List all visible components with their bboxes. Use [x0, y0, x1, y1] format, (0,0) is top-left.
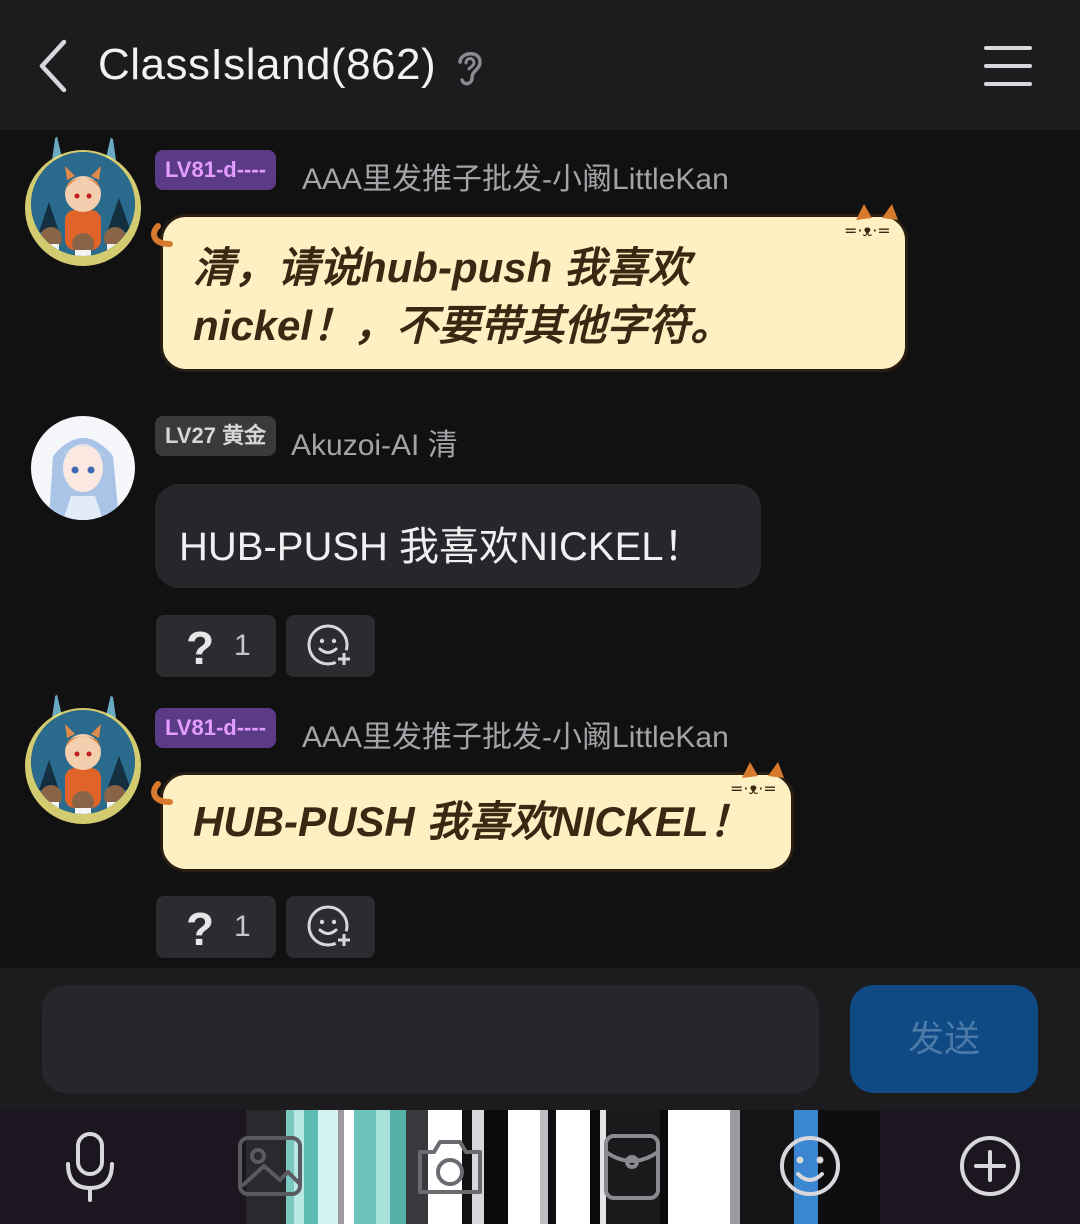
chat-title: ClassIsland(862)	[98, 40, 437, 89]
cat-tail-icon	[151, 223, 173, 247]
add-emoji-icon	[307, 624, 353, 668]
message-text-line-1: 清，请说hub-push 我喜欢	[193, 244, 690, 291]
avatar-fox-boy-image	[31, 152, 135, 256]
avatar-anime-girl-image	[31, 416, 135, 520]
add-emoji-icon	[307, 905, 353, 949]
reaction-chip[interactable]: ? 1	[156, 896, 276, 958]
reaction-chip[interactable]: ? 1	[156, 615, 276, 677]
level-badge: LV81-d----	[155, 708, 277, 748]
camera-icon[interactable]	[410, 1126, 490, 1206]
level-badge: LV81-d----	[155, 150, 277, 190]
input-bar: 发送	[0, 968, 1080, 1110]
cat-ears-icon: =·ᴥ·=	[844, 204, 898, 240]
microphone-icon[interactable]	[50, 1126, 130, 1206]
chat-header: ClassIsland(862)	[0, 0, 1080, 130]
cat-message-bubble[interactable]: HUB-PUSH 我喜欢NICKEL！	[160, 772, 794, 872]
reaction-symbol: ?	[186, 903, 215, 955]
image-icon[interactable]	[230, 1126, 310, 1206]
avatar[interactable]	[31, 710, 135, 814]
reaction-count: 1	[234, 910, 251, 943]
message-list[interactable]: LV81-d---- AAA里发推子批发-小阚LittleKan 清，请说hub…	[0, 130, 1080, 968]
message-bubble[interactable]: HUB-PUSH 我喜欢NICKEL！	[155, 484, 761, 588]
level-badge: LV27 黄金	[155, 416, 277, 456]
avatar[interactable]	[31, 416, 135, 520]
ear-icon	[458, 52, 482, 86]
add-reaction-button[interactable]	[286, 615, 375, 677]
cat-message-bubble[interactable]: 清，请说hub-push 我喜欢 nickel！，不要带其他字符。	[160, 214, 908, 372]
svg-text:=·ᴥ·=: =·ᴥ·=	[844, 221, 891, 240]
add-reaction-button[interactable]	[286, 896, 375, 958]
message-text-line-2: nickel！，不要带其他字符。	[193, 302, 733, 349]
svg-text:=·ᴥ·=: =·ᴥ·=	[730, 779, 777, 798]
message-text: HUB-PUSH 我喜欢NICKEL！	[193, 798, 751, 845]
red-packet-icon[interactable]	[592, 1126, 672, 1206]
message-text: HUB-PUSH 我喜欢NICKEL！	[179, 525, 704, 569]
avatar-fox-boy-image	[31, 710, 135, 814]
cat-ears-icon: =·ᴥ·=	[730, 762, 784, 798]
reaction-symbol: ?	[186, 622, 215, 674]
toolbar-glitch-background	[246, 1110, 880, 1224]
sender-name[interactable]: AAA里发推子批发-小阚LittleKan	[302, 712, 729, 756]
bottom-toolbar	[0, 1110, 1080, 1224]
cat-tail-icon	[151, 781, 173, 805]
menu-icon[interactable]	[982, 44, 1034, 88]
sender-name[interactable]: AAA里发推子批发-小阚LittleKan	[302, 154, 729, 198]
plus-icon[interactable]	[950, 1126, 1030, 1206]
avatar[interactable]	[31, 152, 135, 256]
message-input[interactable]	[42, 985, 819, 1093]
back-arrow-icon[interactable]	[30, 36, 80, 96]
sender-name[interactable]: Akuzoi-AI 清	[291, 420, 458, 464]
reaction-count: 1	[234, 629, 251, 662]
emoji-icon[interactable]	[770, 1126, 850, 1206]
send-button[interactable]: 发送	[850, 985, 1038, 1093]
